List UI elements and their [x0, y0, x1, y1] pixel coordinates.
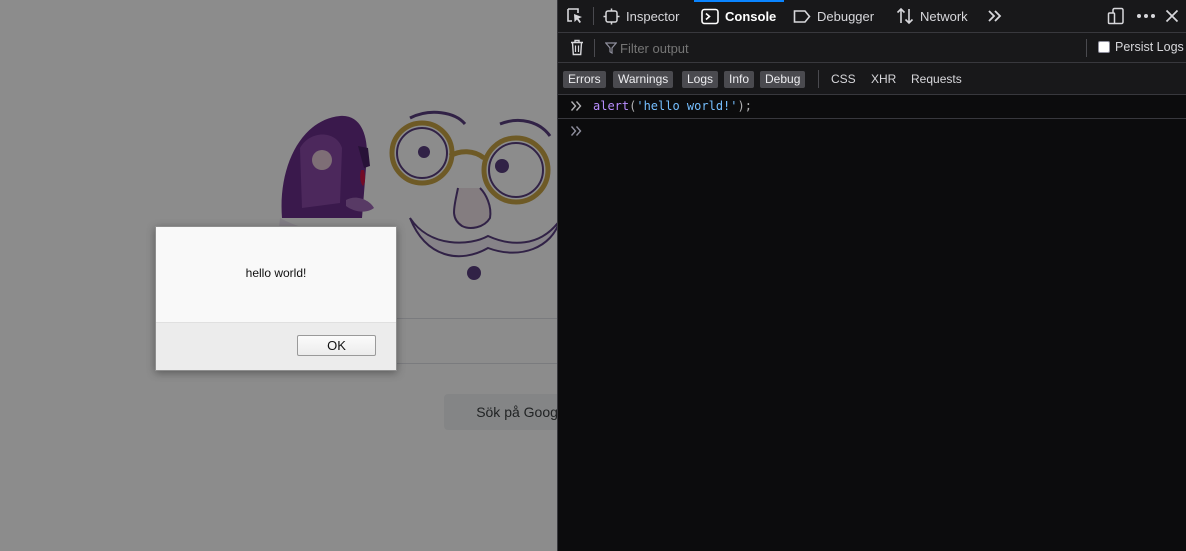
tab-label: Debugger	[817, 8, 875, 24]
responsive-design-icon[interactable]	[1107, 0, 1131, 32]
alert-dialog: hello world! OK	[155, 226, 397, 371]
more-options-icon[interactable]	[1136, 0, 1162, 32]
console-prompt[interactable]	[558, 120, 1186, 144]
tabbar-divider	[593, 7, 594, 25]
tab-debugger[interactable]: Debugger	[793, 0, 874, 32]
alert-footer: OK	[156, 322, 396, 370]
console-toolbar: Persist Logs	[558, 33, 1186, 63]
web-page: Sök på Google hello world! OK	[0, 0, 557, 551]
active-tab-indicator	[694, 0, 784, 2]
devtools-panel: Inspector Console Debugger Network Filte…	[557, 0, 1186, 551]
filter-requests-button[interactable]: Requests	[911, 71, 962, 88]
filter-errors-button[interactable]: Errors	[563, 71, 606, 88]
filter-debug-button[interactable]: Debug	[760, 71, 806, 88]
filter-css-button[interactable]: CSS	[831, 71, 856, 88]
alert-ok-button[interactable]: OK	[297, 335, 376, 356]
input-chevron-icon	[570, 101, 582, 111]
console-command-text: alert('hello world!');	[593, 99, 752, 113]
persist-logs-checkbox[interactable]	[1098, 41, 1110, 53]
pick-element-icon[interactable]	[566, 0, 590, 32]
filter-output-input[interactable]	[620, 38, 1080, 58]
filter-divider	[818, 70, 819, 88]
network-icon	[896, 7, 914, 25]
tab-inspector[interactable]: Inspector	[603, 0, 679, 32]
toolbar-divider	[1086, 39, 1087, 57]
tab-label: Inspector	[626, 8, 680, 24]
tab-label: Console	[725, 8, 777, 24]
devtools-tabbar: Inspector Console Debugger Network	[558, 0, 1186, 33]
more-tabs-chevron-icon[interactable]	[986, 0, 1010, 32]
toolbar-divider	[594, 39, 595, 57]
filter-xhr-button[interactable]: XHR	[871, 71, 896, 88]
persist-logs-label: Persist Logs	[1115, 40, 1184, 54]
filter-info-button[interactable]: Info	[724, 71, 755, 88]
clear-console-trash-icon[interactable]	[570, 39, 584, 59]
filter-logs-button[interactable]: Logs	[682, 71, 719, 88]
alert-message: hello world!	[245, 266, 307, 280]
filter-warnings-button[interactable]: Warnings	[613, 71, 674, 88]
debugger-icon	[793, 9, 811, 23]
console-filter-bar: Errors Warnings Logs Info Debug CSS XHR …	[558, 63, 1186, 95]
prompt-chevron-icon	[570, 126, 582, 136]
tab-label: Network	[920, 8, 968, 24]
tab-network[interactable]: Network	[896, 0, 968, 32]
inspector-icon	[603, 8, 620, 24]
close-devtools-icon[interactable]	[1165, 0, 1185, 32]
console-message-input: alert('hello world!');	[558, 95, 1186, 119]
console-icon	[701, 8, 719, 24]
tab-console[interactable]: Console	[701, 0, 776, 32]
filter-funnel-icon	[604, 42, 618, 57]
